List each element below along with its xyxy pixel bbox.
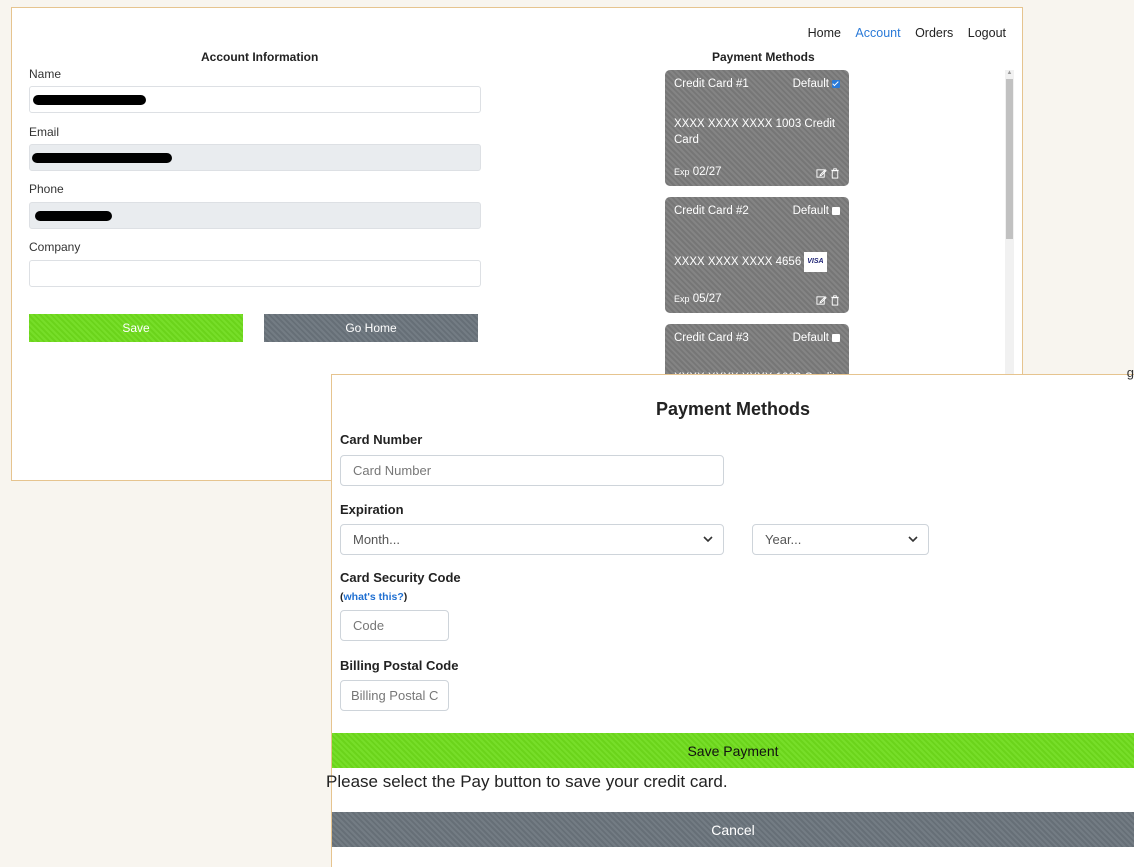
trash-icon[interactable] bbox=[830, 295, 840, 306]
expiration-label: Expiration bbox=[340, 502, 404, 517]
nav-orders[interactable]: Orders bbox=[915, 26, 953, 40]
payment-modal: g Payment Methods Card Number Card Numbe… bbox=[326, 365, 1134, 867]
postal-code-label: Billing Postal Code bbox=[340, 658, 459, 673]
go-home-button[interactable]: Go Home bbox=[264, 314, 478, 342]
pay-instruction-text: Please select the Pay button to save you… bbox=[326, 772, 728, 791]
card-expiry: Exp 02/27 bbox=[674, 166, 722, 178]
trash-icon[interactable] bbox=[830, 168, 840, 179]
postal-code-input[interactable]: Billing Postal C bbox=[340, 680, 449, 711]
modal-title: Payment Methods bbox=[655, 399, 811, 419]
card-name: Credit Card #3 bbox=[674, 332, 749, 344]
month-select[interactable]: Month... bbox=[340, 524, 724, 555]
redaction-bar bbox=[35, 211, 112, 221]
year-value: Year... bbox=[765, 532, 802, 547]
top-nav: Home Account Orders Logout bbox=[797, 26, 1006, 40]
card-list: Credit Card #1 Default XXXX XXXX XXXX 10… bbox=[665, 70, 849, 380]
default-checkbox[interactable] bbox=[832, 334, 840, 342]
default-label: Default bbox=[792, 205, 829, 217]
chevron-down-icon bbox=[703, 536, 713, 543]
credit-card-2[interactable]: Credit Card #2 Default XXXX XXXX XXXX 46… bbox=[665, 197, 849, 313]
nav-account[interactable]: Account bbox=[855, 26, 900, 40]
redaction-bar bbox=[32, 153, 172, 163]
phone-label: Phone bbox=[29, 182, 64, 196]
edit-icon[interactable] bbox=[816, 168, 827, 179]
scroll-up-arrow-icon[interactable]: ▲ bbox=[1006, 70, 1013, 77]
card-number-text: XXXX XXXX XXXX 4656 bbox=[674, 256, 802, 269]
paren-close: ) bbox=[403, 591, 408, 603]
company-label: Company bbox=[29, 240, 81, 254]
save-payment-button[interactable]: Save Payment bbox=[332, 733, 1134, 768]
payment-methods-title: Payment Methods bbox=[712, 50, 815, 64]
exp-value: 05/27 bbox=[692, 293, 722, 305]
save-button[interactable]: Save bbox=[29, 314, 243, 342]
whats-this-link[interactable]: what's this? bbox=[344, 591, 404, 603]
phone-field[interactable] bbox=[29, 202, 481, 229]
cancel-button[interactable]: Cancel bbox=[332, 812, 1134, 847]
default-checkbox[interactable] bbox=[832, 207, 840, 215]
visa-icon: VISA bbox=[804, 252, 827, 272]
card-expiry: Exp 05/27 bbox=[674, 293, 722, 305]
card-name: Credit Card #2 bbox=[674, 205, 749, 217]
nav-logout[interactable]: Logout bbox=[968, 26, 1006, 40]
default-checkbox-checked[interactable] bbox=[832, 80, 840, 88]
redaction-bar bbox=[33, 95, 146, 105]
credit-card-3[interactable]: Credit Card #3 Default XXXX XXXX XXXX 10… bbox=[665, 324, 849, 380]
card-list-scrollbar[interactable]: ▲ bbox=[1005, 70, 1014, 382]
security-code-input[interactable]: Code bbox=[340, 610, 449, 641]
credit-card-1[interactable]: Credit Card #1 Default XXXX XXXX XXXX 10… bbox=[665, 70, 849, 186]
default-toggle[interactable]: Default bbox=[793, 332, 840, 344]
card-name: Credit Card #1 bbox=[674, 78, 749, 90]
exp-prefix: Exp bbox=[674, 167, 690, 177]
card-actions bbox=[816, 295, 840, 306]
email-field[interactable] bbox=[29, 144, 481, 171]
nav-home[interactable]: Home bbox=[808, 26, 841, 40]
obscured-text-fragment: g bbox=[1126, 365, 1134, 380]
chevron-down-icon bbox=[908, 536, 918, 543]
whats-this: (what's this?) bbox=[340, 591, 407, 603]
account-info-title: Account Information bbox=[201, 50, 319, 64]
default-label: Default bbox=[792, 78, 829, 90]
year-select[interactable]: Year... bbox=[752, 524, 929, 555]
name-label: Name bbox=[29, 67, 62, 81]
email-label: Email bbox=[29, 125, 60, 139]
company-field[interactable] bbox=[29, 260, 481, 287]
exp-prefix: Exp bbox=[674, 294, 690, 304]
default-toggle[interactable]: Default bbox=[793, 78, 840, 90]
card-actions bbox=[816, 168, 840, 179]
card-number-label: Card Number bbox=[340, 432, 423, 447]
default-toggle[interactable]: Default bbox=[793, 205, 840, 217]
scroll-thumb[interactable] bbox=[1006, 79, 1013, 239]
month-value: Month... bbox=[353, 532, 400, 547]
card-number-input[interactable]: Card Number bbox=[340, 455, 724, 486]
card-number: XXXX XXXX XXXX 1003 Credit Card bbox=[674, 118, 836, 146]
edit-icon[interactable] bbox=[816, 295, 827, 306]
security-code-label: Card Security Code bbox=[340, 570, 461, 585]
name-field[interactable] bbox=[29, 86, 481, 113]
default-label: Default bbox=[792, 332, 829, 344]
exp-value: 02/27 bbox=[692, 166, 722, 178]
card-number: XXXX XXXX XXXX 4656 VISA bbox=[674, 252, 841, 272]
